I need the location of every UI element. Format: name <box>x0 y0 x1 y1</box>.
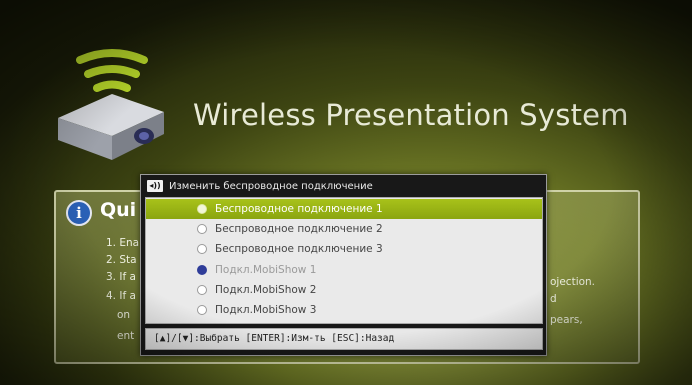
radio-button[interactable] <box>197 224 207 234</box>
connection-option-label: Беспроводное подключение 3 <box>215 243 383 255</box>
connection-option[interactable]: Беспроводное подключение 2 <box>146 219 542 239</box>
connection-option[interactable]: Беспроводное подключение 1 <box>146 199 542 219</box>
quick-start-step: 3. If a <box>106 271 136 283</box>
connection-option-label: Беспроводное подключение 1 <box>215 203 383 215</box>
connection-option-label: Подкл.MobiShow 2 <box>215 284 317 296</box>
wireless-signal-icon: ◂)) <box>147 180 163 192</box>
info-icon: i <box>66 200 92 226</box>
dialog-header: ◂)) Изменить беспроводное подключение <box>147 179 540 195</box>
quick-start-text-fragment: ojection. <box>550 276 596 288</box>
radio-button[interactable] <box>197 285 207 295</box>
quick-start-step: ent <box>117 330 135 342</box>
dialog-title: Изменить беспроводное подключение <box>169 181 373 192</box>
quick-start-text-fragment: d <box>550 293 557 305</box>
connection-list: Беспроводное подключение 1 Беспроводное … <box>145 197 543 324</box>
app-title: Wireless Presentation System <box>193 98 629 132</box>
key-hints-text: [▲]/[▼]:Выбрать [ENTER]:Изм-ть [ESC]:Наз… <box>154 333 395 344</box>
quick-start-step: 2. Sta <box>106 254 137 266</box>
connection-option[interactable]: Подкл.MobiShow 2 <box>146 280 542 300</box>
connection-option[interactable]: Подкл.MobiShow 3 <box>146 300 542 320</box>
radio-button-selected[interactable] <box>197 265 207 275</box>
quick-start-step: 4. If a <box>106 290 136 302</box>
quick-start-title: Qui <box>100 199 137 221</box>
connection-option[interactable]: Подкл.MobiShow 1 <box>146 260 542 280</box>
radio-button[interactable] <box>197 244 207 254</box>
key-hints-bar: [▲]/[▼]:Выбрать [ENTER]:Изм-ть [ESC]:Наз… <box>145 328 543 350</box>
connection-option-label: Подкл.MobiShow 3 <box>215 304 317 316</box>
wps-screen: Wireless Presentation System i Qui 1. En… <box>0 0 692 385</box>
quick-start-text-fragment: pears, <box>550 314 583 326</box>
quick-start-step: on <box>117 309 131 321</box>
radio-button[interactable] <box>197 204 207 214</box>
radio-button[interactable] <box>197 305 207 315</box>
wireless-projector-icon <box>58 49 164 160</box>
connection-option-label: Подкл.MobiShow 1 <box>215 264 317 276</box>
connection-option[interactable]: Беспроводное подключение 3 <box>146 239 542 259</box>
connection-option-label: Беспроводное подключение 2 <box>215 223 383 235</box>
quick-start-step: 1. Ena <box>106 237 140 249</box>
change-wireless-connection-dialog: ◂)) Изменить беспроводное подключение Бес… <box>140 174 547 356</box>
